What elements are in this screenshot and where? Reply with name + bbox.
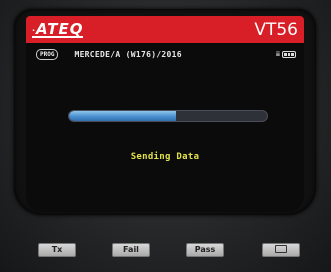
progress-fill	[69, 111, 176, 121]
escape-icon	[275, 244, 287, 253]
display-screen: .ATEQ VT56 PROG MERCEDE/A (W176)/2016 ≣ …	[26, 16, 304, 212]
battery-cell	[282, 50, 296, 58]
fail-softkey[interactable]: Fail	[112, 243, 150, 257]
device-body: .ATEQ VT56 PROG MERCEDE/A (W176)/2016 ≣ …	[0, 0, 331, 272]
pass-softkey[interactable]: Pass	[186, 243, 224, 257]
charge-glyph-icon: ≣	[275, 49, 280, 58]
status-message: Sending Data	[130, 152, 200, 162]
brand-logo: .ATEQ	[32, 19, 84, 38]
info-row: PROG MERCEDE/A (W176)/2016 ≣	[26, 46, 304, 62]
mode-badge: PROG	[36, 48, 59, 60]
battery-icon: ≣	[275, 49, 296, 58]
escape-softkey[interactable]	[262, 243, 300, 257]
title-bar: .ATEQ VT56	[26, 16, 304, 43]
brand-name: ATEQ	[36, 19, 84, 38]
tx-softkey[interactable]: Tx	[38, 243, 76, 257]
vehicle-label: MERCEDE/A (W176)/2016	[74, 49, 182, 59]
softkey-bar: Tx Fail Pass	[0, 243, 331, 257]
model-label: VT56	[254, 19, 298, 40]
progress-bar	[68, 110, 268, 122]
